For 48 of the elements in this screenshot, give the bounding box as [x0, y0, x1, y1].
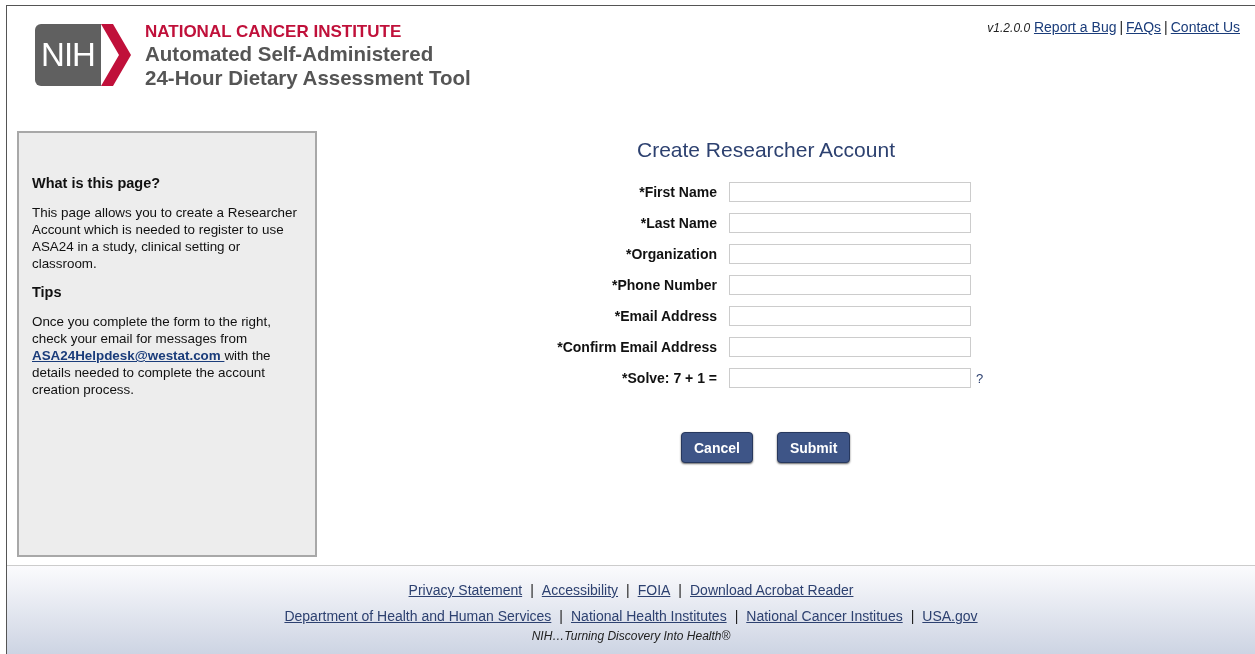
separator: | — [1164, 19, 1168, 35]
field-label: *First Name — [639, 184, 718, 200]
input-field[interactable] — [729, 368, 971, 388]
app-title: Automated Self-Administered — [145, 42, 435, 66]
panel-text: This page allows you to create a Researcher Account which is needed to register to use ASA24 in a study, clinical setting or classroom. — [32, 204, 298, 272]
separator: | — [678, 582, 682, 598]
panel-heading: What is this page? — [32, 175, 162, 192]
form-button[interactable]: Cancel — [681, 432, 753, 463]
app-title: 24-Hour Dietary Assessment Tool — [145, 66, 471, 90]
field-label: *Last Name — [640, 215, 718, 231]
link[interactable]: USA.gov — [922, 608, 978, 624]
field-label: *Organization — [626, 246, 718, 262]
field-label: *Solve: 7 + 1 = — [622, 370, 718, 386]
version-label: v1.2.0.0 — [987, 21, 1031, 35]
link[interactable]: Download Acrobat Reader — [690, 582, 854, 598]
link[interactable]: Privacy Statement — [408, 582, 523, 598]
panel-heading: Tips — [32, 284, 63, 301]
link[interactable]: FOIA — [637, 582, 671, 598]
field-label: *Phone Number — [612, 277, 718, 293]
link[interactable]: Contact Us — [1170, 19, 1240, 35]
separator: | — [530, 582, 534, 598]
institute-name: NATIONAL CANCER INSTITUTE — [145, 22, 403, 42]
form-button[interactable]: Submit — [776, 432, 851, 463]
panel-text: Once you complete the form to the right, check your email for messages from ASA24Helpdesk@westat.com with the details needed to complete the account creation process. — [32, 313, 272, 398]
field-label: *Email Address — [614, 308, 718, 324]
link[interactable]: FAQs — [1126, 19, 1162, 35]
input-field[interactable] — [729, 275, 971, 295]
field-label: *Confirm Email Address — [557, 339, 718, 355]
input-field[interactable] — [729, 244, 971, 264]
link[interactable]: National Health Institutes — [571, 608, 727, 624]
email-link[interactable]: ASA24Helpdesk@westat.com — [32, 348, 225, 363]
link[interactable]: National Cancer Institues — [746, 608, 903, 624]
link[interactable]: Accessibility — [541, 582, 619, 598]
tagline: NIH…Turning Discovery Into Health® — [530, 629, 732, 643]
separator: | — [1119, 19, 1124, 35]
input-field[interactable] — [729, 213, 971, 233]
help-link[interactable]: ? — [971, 370, 1255, 386]
link[interactable]: Report a Bug — [1033, 19, 1117, 35]
separator: | — [626, 582, 630, 598]
input-field[interactable] — [729, 182, 971, 202]
link[interactable]: Department of Health and Human Services — [284, 608, 552, 624]
separator: | — [559, 608, 563, 624]
nih-logo: NIH — [35, 24, 133, 86]
separator: | — [734, 608, 739, 624]
separator: | — [910, 608, 915, 624]
form-title: Create Researcher Account — [636, 138, 896, 162]
input-field[interactable] — [729, 306, 971, 326]
input-field[interactable] — [729, 337, 971, 357]
